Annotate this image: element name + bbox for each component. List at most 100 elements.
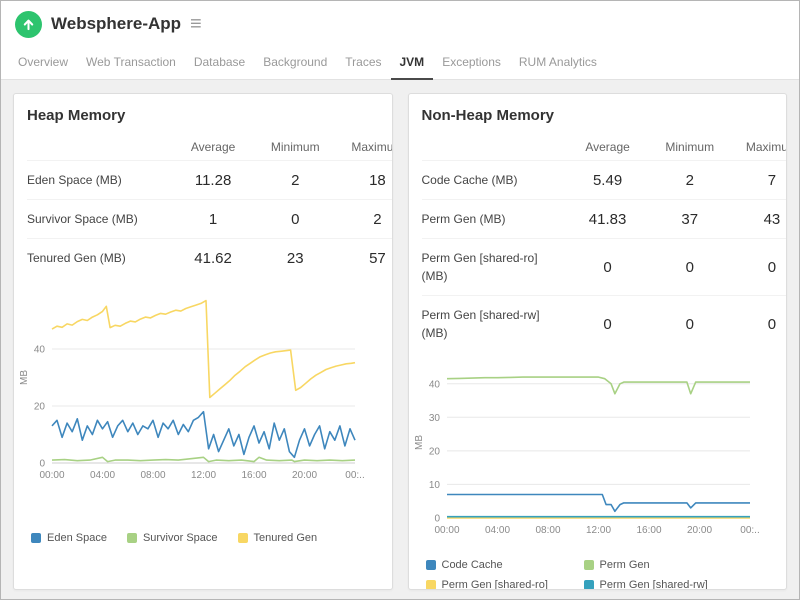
arrow-up-icon	[23, 19, 34, 30]
legend-swatch	[425, 560, 436, 570]
svg-text:12:00: 12:00	[585, 525, 610, 536]
non-heap-memory-chart[interactable]: 0 10 20 30 40 MB 00:00 04:00 08:00 12:00 16:00 20:0…	[409, 352, 787, 541]
stats-row-tenured-gen: Tenured Gen (MB) 41.62 23 57	[27, 238, 392, 278]
svg-text:04:00: 04:00	[90, 470, 115, 481]
legend-swatch	[583, 580, 594, 589]
app-window: Websphere-App ≡ Overview Web Transaction…	[0, 0, 800, 600]
svg-text:08:00: 08:00	[140, 470, 165, 481]
svg-text:20: 20	[34, 402, 46, 413]
stats-row-perm-gen-shared-ro: Perm Gen [shared-ro] (MB) 0 0 0	[421, 238, 787, 296]
jvm-dashboard: Heap Memory Average Minimum Maximum Eden…	[1, 80, 799, 599]
row-minimum-value: 2	[291, 171, 300, 189]
col-header-minimum: Minimum	[270, 140, 320, 154]
svg-text:20: 20	[428, 446, 440, 457]
svg-text:MB: MB	[414, 435, 425, 450]
heap-memory-chart[interactable]: 0 20 40 MB 00:00 04:00 08:00 12:00 16:00 20:00 00:…	[14, 277, 392, 486]
stats-header-spacer	[27, 132, 172, 161]
legend-item-perm-gen[interactable]: Perm Gen	[583, 559, 742, 571]
tab-jvm[interactable]: JVM	[390, 47, 434, 80]
svg-text:04:00: 04:00	[484, 525, 509, 536]
row-minimum-value: 0	[685, 315, 694, 333]
svg-text:0: 0	[434, 514, 440, 525]
row-average-value: 5.49	[592, 171, 623, 189]
row-maximum-value: 2	[373, 210, 382, 228]
legend-item-perm-gen-shared-rw[interactable]: Perm Gen [shared-rw]	[583, 579, 742, 590]
legend-swatch	[31, 533, 41, 543]
stats-row-code-cache: Code Cache (MB) 5.49 2 7	[421, 160, 787, 200]
svg-text:00:00: 00:00	[39, 470, 64, 481]
legend-label: Eden Space	[47, 532, 107, 544]
svg-text:20:00: 20:00	[292, 470, 317, 481]
svg-text:00:..: 00:..	[740, 525, 759, 536]
svg-text:MB: MB	[19, 370, 30, 385]
legend-item-perm-gen-shared-ro[interactable]: Perm Gen [shared-ro]	[425, 579, 584, 589]
row-minimum-value: 0	[291, 210, 300, 228]
tab-traces[interactable]: Traces	[336, 47, 390, 79]
svg-text:30: 30	[428, 413, 440, 424]
row-average-value: 0	[603, 258, 612, 276]
col-header-maximum: Maximum	[745, 140, 786, 154]
legend-swatch	[583, 560, 594, 570]
row-average-value: 41.62	[194, 249, 232, 267]
heap-memory-chart-svg[interactable]: 0 20 40 MB 00:00 04:00 08:00 12:00 16:00 20:00 00:…	[16, 285, 369, 481]
row-minimum-value: 37	[681, 210, 699, 228]
menu-icon[interactable]: ≡	[190, 14, 202, 34]
app-header: Websphere-App ≡	[1, 1, 799, 47]
tab-overview[interactable]: Overview	[9, 47, 77, 79]
row-average-value: 11.28	[194, 171, 232, 189]
col-header-average: Average	[585, 140, 630, 154]
svg-text:40: 40	[428, 379, 440, 390]
panel-heap-memory: Heap Memory Average Minimum Maximum Eden…	[13, 93, 393, 590]
stats-header-row: Average Minimum Maximum	[422, 132, 786, 161]
legend-label: Code Cache	[441, 559, 503, 571]
row-label: Eden Space (MB)	[27, 173, 122, 187]
legend-swatch	[237, 533, 248, 543]
row-label: Code Cache (MB)	[421, 173, 518, 187]
legend-label: Tenured Gen	[253, 532, 318, 544]
svg-text:00:..: 00:..	[345, 470, 364, 481]
svg-text:08:00: 08:00	[535, 525, 560, 536]
row-minimum-value: 0	[685, 258, 694, 276]
col-header-minimum: Minimum	[665, 140, 715, 154]
row-minimum-value: 2	[685, 171, 694, 189]
tab-database[interactable]: Database	[185, 47, 254, 79]
tab-exceptions[interactable]: Exceptions	[433, 47, 510, 79]
stats-row-perm-gen-shared-rw: Perm Gen [shared-rw] (MB) 0 0 0	[421, 295, 787, 353]
row-label: Tenured Gen (MB)	[27, 251, 126, 265]
non-heap-memory-chart-svg[interactable]: 0 10 20 30 40 MB 00:00 04:00 08:00 12:00 16:00 20:0…	[411, 360, 764, 536]
row-maximum-value: 43	[763, 210, 781, 228]
stats-header-row: Average Minimum Maximum	[27, 132, 392, 161]
tab-web-transaction[interactable]: Web Transaction	[77, 47, 185, 79]
row-maximum-value: 57	[369, 249, 386, 267]
heap-stats-table: Average Minimum Maximum Eden Space (MB) …	[27, 132, 392, 278]
tab-bar: Overview Web Transaction Database Backgr…	[1, 47, 799, 80]
tab-rum-analytics[interactable]: RUM Analytics	[510, 47, 606, 79]
row-maximum-value: 7	[767, 171, 777, 189]
row-average-value: 0	[603, 315, 612, 333]
row-label: Survivor Space (MB)	[27, 212, 138, 226]
panel-title-heap: Heap Memory	[27, 107, 126, 124]
tab-background[interactable]: Background	[254, 47, 336, 79]
legend-label: Survivor Space	[142, 532, 218, 544]
legend-swatch	[425, 580, 436, 589]
svg-text:16:00: 16:00	[636, 525, 661, 536]
row-average-value: 41.83	[588, 210, 627, 228]
svg-text:12:00: 12:00	[191, 470, 216, 481]
row-maximum-value: 0	[767, 258, 777, 276]
col-header-average: Average	[190, 140, 236, 154]
stats-row-eden-space: Eden Space (MB) 11.28 2 18	[27, 160, 392, 200]
legend-label: Perm Gen	[599, 559, 650, 571]
row-label: Perm Gen [shared-ro] (MB)	[421, 251, 538, 283]
row-average-value: 1	[208, 210, 218, 228]
legend-item-tenured-gen[interactable]: Tenured Gen	[237, 532, 318, 544]
legend-item-eden-space[interactable]: Eden Space	[31, 532, 107, 544]
non-heap-stats-table: Average Minimum Maximum Code Cache (MB) …	[421, 132, 787, 353]
legend-item-code-cache[interactable]: Code Cache	[425, 559, 584, 571]
svg-text:16:00: 16:00	[241, 470, 266, 481]
legend-item-survivor-space[interactable]: Survivor Space	[126, 532, 218, 544]
panel-non-heap-memory: Non-Heap Memory Average Minimum Maximum …	[407, 93, 787, 590]
legend-label: Perm Gen [shared-rw]	[599, 579, 708, 590]
heap-chart-legend: Eden Space Survivor Space Tenured Gen	[14, 528, 392, 548]
stats-row-survivor-space: Survivor Space (MB) 1 0 2	[27, 199, 392, 239]
svg-text:00:00: 00:00	[434, 525, 459, 536]
